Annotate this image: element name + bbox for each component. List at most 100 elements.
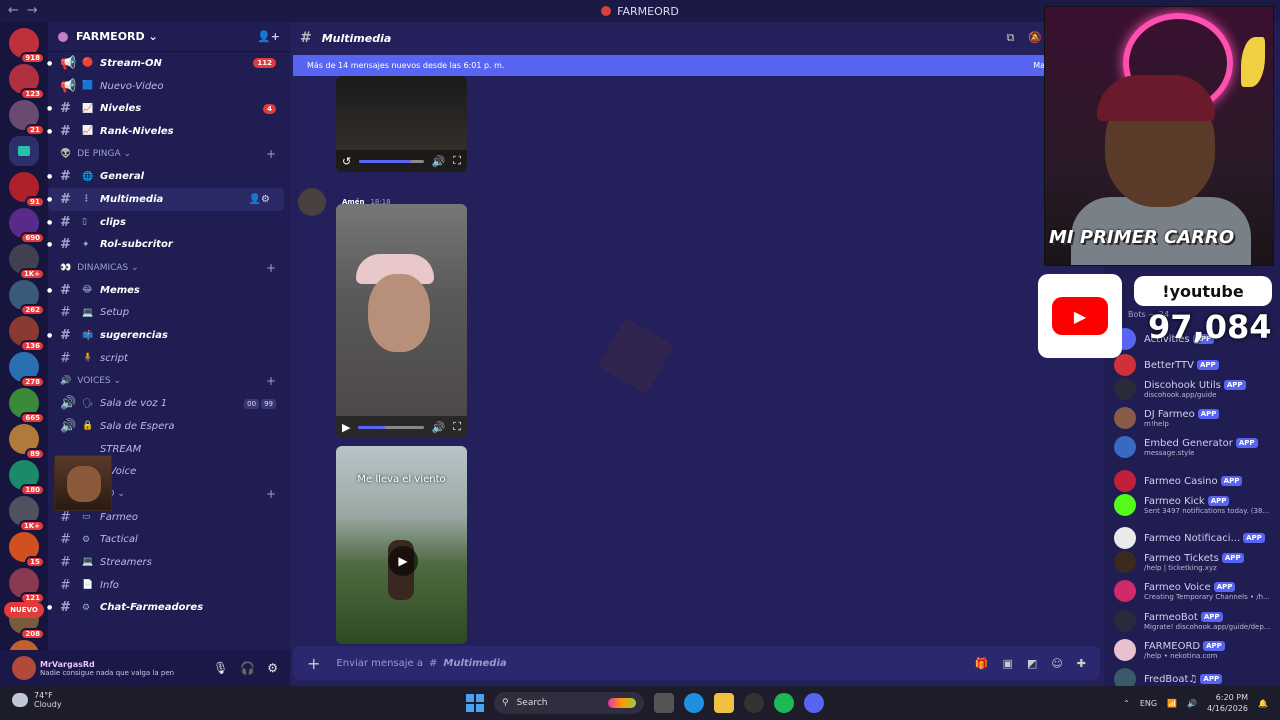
add-channel-icon[interactable]: + [266,261,276,275]
channel-item[interactable]: ● # 😂 Memes [47,279,290,302]
gif-icon[interactable]: ▣ [1003,657,1013,670]
search-box[interactable]: ⚲ Search [494,692,644,714]
server-icon[interactable]: 136 [9,316,45,352]
server-icon[interactable]: 123 [9,64,45,100]
invite-people-icon[interactable]: 👤+ [257,30,280,43]
member-item[interactable]: Farmeo Voice APP Creating Temporary Channe… [1114,580,1280,602]
sticker-icon[interactable]: ◩ [1027,657,1037,670]
add-attachment-icon[interactable]: + [307,654,320,673]
fullscreen-icon[interactable]: ⛶ [453,154,461,168]
add-channel-icon[interactable]: + [266,147,276,161]
add-channel-icon[interactable]: + [266,374,276,388]
lang-indicator[interactable]: ENG [1140,699,1157,708]
file-explorer-icon[interactable] [714,693,734,713]
server-icon[interactable]: 1K+ [9,244,45,280]
notifications-icon[interactable]: 🔔 [1258,699,1268,708]
member-item[interactable]: Farmeo Notificaci... APP [1114,527,1280,549]
member-item[interactable]: BetterTTV APP [1114,354,1280,376]
forward-icon[interactable]: → [27,3,38,18]
channel-item[interactable]: ● # ⋮ Multimedia 👤⚙ [47,188,284,211]
video-attachment[interactable]: ↺ 🔊 ⛶ [336,76,467,172]
video-attachment[interactable]: Me lleva el viento ▶ [336,446,467,644]
gear-icon[interactable]: ⚙ [267,661,278,675]
new-badge[interactable]: NUEVO [4,602,44,618]
channel-item[interactable]: ● 📢 🔴 Stream-ON 112 [47,52,290,75]
member-item[interactable]: Farmeo Tickets APP/help | ticketking.xyz [1114,551,1280,573]
server-icon[interactable]: 278 [9,352,45,388]
task-view-icon[interactable] [654,693,674,713]
avatar[interactable] [298,188,326,216]
avatar[interactable] [12,656,36,680]
server-icon[interactable]: 91 [9,172,45,208]
speaker-icon[interactable]: 🔊 [1187,699,1197,708]
guild-header[interactable]: FARMEORD ⌄ 👤+ [48,22,290,52]
channel-item[interactable]: 🔊 🔒 Sala de Espera [48,415,290,438]
volume-icon[interactable]: 🔊 [432,155,446,168]
threads-icon[interactable]: ⧉ [1006,31,1014,45]
obs-icon[interactable] [744,693,764,713]
channel-item[interactable]: # 💻 Setup [48,302,290,325]
server-icon[interactable]: 15 [9,532,45,568]
clock[interactable]: 6:20 PM 4/16/2026 [1207,692,1248,714]
channel-item[interactable]: # 📄 Info [48,574,290,597]
server-icon[interactable]: 262 [9,280,45,316]
fullscreen-icon[interactable]: ⛶ [453,420,461,434]
play-button[interactable]: ▶ [388,546,418,576]
emoji-icon[interactable]: ☺ [1051,657,1062,670]
channel-item[interactable]: 📢 🟦 Nuevo-Video [48,75,290,98]
channel-item[interactable]: ● # 🌐 General [47,165,290,188]
spotify-icon[interactable] [774,693,794,713]
discord-icon[interactable] [804,693,824,713]
server-icon[interactable]: 89 [9,424,45,460]
channel-item[interactable]: ● # 📈 Niveles 4 [47,97,290,120]
server-icon[interactable]: 690 [9,208,45,244]
channel-category[interactable]: 👽 DE PINGA ⌄ + [48,143,290,166]
edge-icon[interactable] [684,693,704,713]
server-icon[interactable]: 180 [9,460,45,496]
server-icon[interactable]: 226 [9,640,39,650]
server-folder[interactable] [9,136,39,166]
back-icon[interactable]: ← [8,3,19,18]
channel-settings-icon[interactable]: 👤⚙ [249,194,270,205]
new-messages-bar[interactable]: Más de 14 mensajes nuevos desde las 6:01… [293,55,1104,76]
channel-item[interactable]: # ⚙ Tactical [48,528,290,551]
wifi-icon[interactable]: 📶 [1167,699,1177,708]
member-item[interactable]: FarmeoBot APP Migrate! discohook.app/guide… [1114,610,1280,632]
play-icon[interactable]: ▶ [342,421,350,434]
member-item[interactable]: Embed Generator APP message.style [1114,436,1280,458]
channel-item[interactable]: ● # 📫 sugerencias [47,324,290,347]
server-icon[interactable]: 121 [9,568,45,604]
channel-category[interactable]: 🔊 VOICES ⌄ + [48,370,290,393]
mute-icon[interactable]: 🔕 [1028,31,1042,45]
channel-item[interactable]: ● # 📈 Rank-Niveles [47,120,290,143]
server-icon[interactable]: 665 [9,388,45,424]
channel-item[interactable]: ● # ▯ clips [47,211,290,234]
apps-icon[interactable]: ✚ [1077,657,1086,670]
channel-item[interactable]: 🔊 🗣 Sala de voz 1 00 99 [48,392,290,415]
video-attachment[interactable]: ▶ 🔊 ⛶ [336,204,467,438]
channel-item[interactable]: ● # ✦ Rol-subcritor [47,234,290,257]
server-icon[interactable]: 918 [9,28,45,64]
server-icon[interactable]: 21 [9,100,45,136]
replay-icon[interactable]: ↺ [342,155,351,168]
add-channel-icon[interactable]: + [266,487,276,501]
weather-widget[interactable]: 74°F Cloudy [12,691,62,709]
message-input[interactable]: + Enviar mensaje a # Multimedia 🎁 ▣ ◩ ☺ … [293,646,1100,680]
member-item[interactable]: Farmeo Casino APP [1114,470,1280,492]
member-item[interactable]: Farmeo Kick APP Sent 3497 notifications to… [1114,494,1280,516]
volume-slider[interactable] [359,159,424,163]
member-item[interactable]: DJ Farmeo APP m!help [1114,407,1280,429]
server-icon[interactable]: 1K+ [9,496,45,532]
channel-item[interactable]: # 🧍 script [48,347,290,370]
seek-bar[interactable] [358,425,424,429]
chevron-up-icon[interactable]: ⌃ [1123,699,1130,708]
volume-icon[interactable]: 🔊 [432,421,446,434]
gift-icon[interactable]: 🎁 [975,657,989,670]
member-item[interactable]: FARMEORD APP/help • nekotina.com [1114,639,1280,661]
member-item[interactable]: Discohook Utils APP discohook.app/guide [1114,378,1280,400]
microphone-icon[interactable]: 🎙 [213,661,228,675]
channel-item[interactable]: # 💻 Streamers [48,551,290,574]
windows-start-icon[interactable] [466,694,484,712]
headphones-icon[interactable]: 🎧 [240,661,255,675]
channel-category[interactable]: 👀 DINAMICAS ⌄ + [48,256,290,279]
